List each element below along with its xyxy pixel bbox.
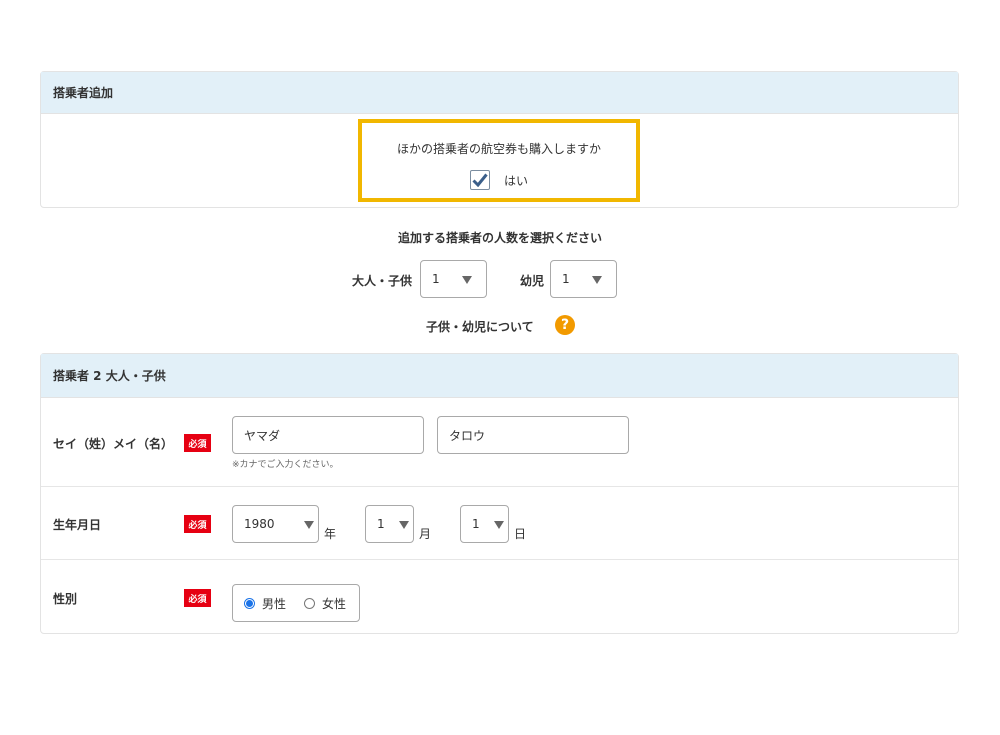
birth-day-value: 1: [472, 517, 480, 531]
yes-option[interactable]: はい: [362, 170, 636, 190]
birth-month-select[interactable]: 1: [365, 505, 414, 543]
gender-radio-group: 男性 女性: [232, 584, 360, 622]
adult-child-label: 大人・子供: [352, 274, 413, 288]
infant-label: 幼児: [520, 274, 545, 288]
first-name-input[interactable]: [437, 416, 629, 454]
chevron-down-icon: [592, 276, 602, 284]
add-passenger-panel: 搭乗者追加 ほかの搭乗者の航空券も購入しますか はい: [40, 71, 959, 208]
birth-year-select[interactable]: 1980: [232, 505, 319, 543]
name-row: セイ（姓）メイ（名） 必須 ※カナでご入力ください。: [41, 398, 958, 487]
chevron-down-icon: [494, 521, 504, 529]
count-prompt: 追加する搭乗者の人数を選択ください: [397, 231, 602, 245]
chevron-down-icon: [462, 276, 472, 284]
chevron-down-icon: [304, 521, 314, 529]
day-unit: 日: [514, 527, 527, 541]
about-child-infant: 子供・幼児について ?: [0, 315, 1000, 337]
required-badge: 必須: [184, 434, 211, 452]
checkmark-icon: [472, 173, 488, 187]
adult-child-value: 1: [432, 272, 440, 286]
birthdate-row: 生年月日 必須 1980 年 1 月 1 日: [41, 487, 958, 560]
required-badge: 必須: [184, 515, 211, 533]
birthdate-label: 生年月日: [53, 518, 102, 532]
yes-label: はい: [503, 173, 528, 188]
infant-value: 1: [562, 272, 570, 286]
about-child-infant-link[interactable]: 子供・幼児について: [426, 318, 534, 335]
required-badge: 必須: [184, 589, 211, 607]
add-passenger-header: 搭乗者追加: [41, 72, 958, 114]
question-circle-icon[interactable]: ?: [555, 315, 575, 335]
female-radio[interactable]: [304, 597, 316, 609]
infant-select[interactable]: 1: [550, 260, 617, 298]
purchase-question: ほかの搭乗者の航空券も購入しますか: [396, 142, 601, 156]
purchase-question-highlight: ほかの搭乗者の航空券も購入しますか はい: [358, 119, 640, 202]
yes-checkbox[interactable]: [469, 170, 490, 190]
name-label: セイ（姓）メイ（名）: [53, 437, 174, 451]
last-name-input[interactable]: [232, 416, 424, 454]
gender-label: 性別: [53, 592, 78, 606]
female-label[interactable]: 女性: [322, 595, 346, 612]
passenger-2-header: 搭乗者 2 大人・子供: [41, 354, 958, 398]
birth-month-value: 1: [377, 517, 385, 531]
male-radio[interactable]: [244, 597, 255, 609]
passenger-count-row: 大人・子供 1 幼児 1: [0, 260, 1000, 298]
chevron-down-icon: [399, 521, 409, 529]
birth-day-select[interactable]: 1: [460, 505, 509, 543]
gender-row: 性別 必須 男性 女性: [41, 560, 958, 634]
male-label[interactable]: 男性: [262, 595, 286, 612]
month-unit: 月: [419, 527, 432, 541]
kana-hint: ※カナでご入力ください。: [232, 460, 339, 470]
adult-child-select[interactable]: 1: [420, 260, 487, 298]
year-unit: 年: [324, 527, 337, 541]
birth-year-value: 1980: [244, 517, 275, 531]
passenger-2-panel: 搭乗者 2 大人・子供 セイ（姓）メイ（名） 必須 ※カナでご入力ください。 生…: [40, 353, 959, 634]
